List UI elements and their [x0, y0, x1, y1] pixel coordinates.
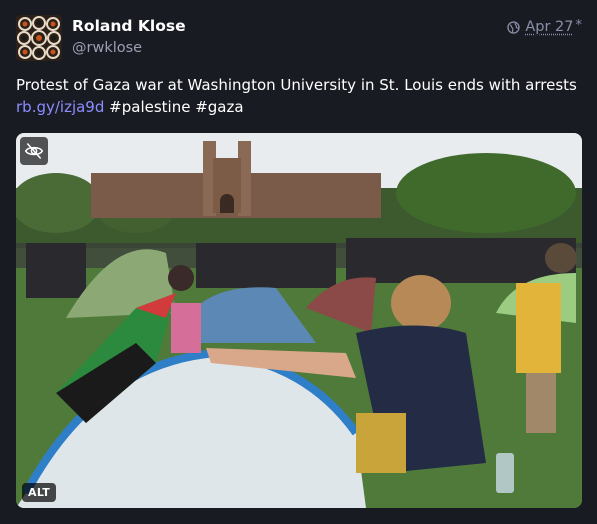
post-card: Roland Klose @rwklose Apr 27 * Protest o…	[0, 0, 597, 524]
post-link[interactable]: rb.gy/izja9d	[16, 98, 104, 116]
alt-text-badge[interactable]: ALT	[22, 483, 57, 502]
eye-slash-icon	[24, 143, 44, 159]
photo-image[interactable]	[16, 133, 582, 508]
hashtag-palestine[interactable]: #palestine	[109, 98, 190, 116]
post-meta: Apr 27 *	[507, 18, 583, 35]
author-handle[interactable]: @rwklose	[72, 40, 142, 56]
post-links-line: rb.gy/izja9d #palestine #gaza	[16, 96, 582, 118]
avatar[interactable]	[16, 15, 62, 61]
edited-indicator[interactable]: *	[576, 18, 583, 33]
post-content: Protest of Gaza war at Washington Univer…	[16, 74, 582, 118]
post-date[interactable]: Apr 27	[525, 19, 573, 35]
globe-icon	[507, 20, 521, 34]
author-display-name[interactable]: Roland Klose	[72, 17, 186, 35]
post-text: Protest of Gaza war at Washington Univer…	[16, 76, 577, 94]
hashtag-gaza[interactable]: #gaza	[195, 98, 243, 116]
hide-media-button[interactable]	[20, 137, 48, 165]
media-attachment[interactable]: ALT	[16, 133, 582, 508]
